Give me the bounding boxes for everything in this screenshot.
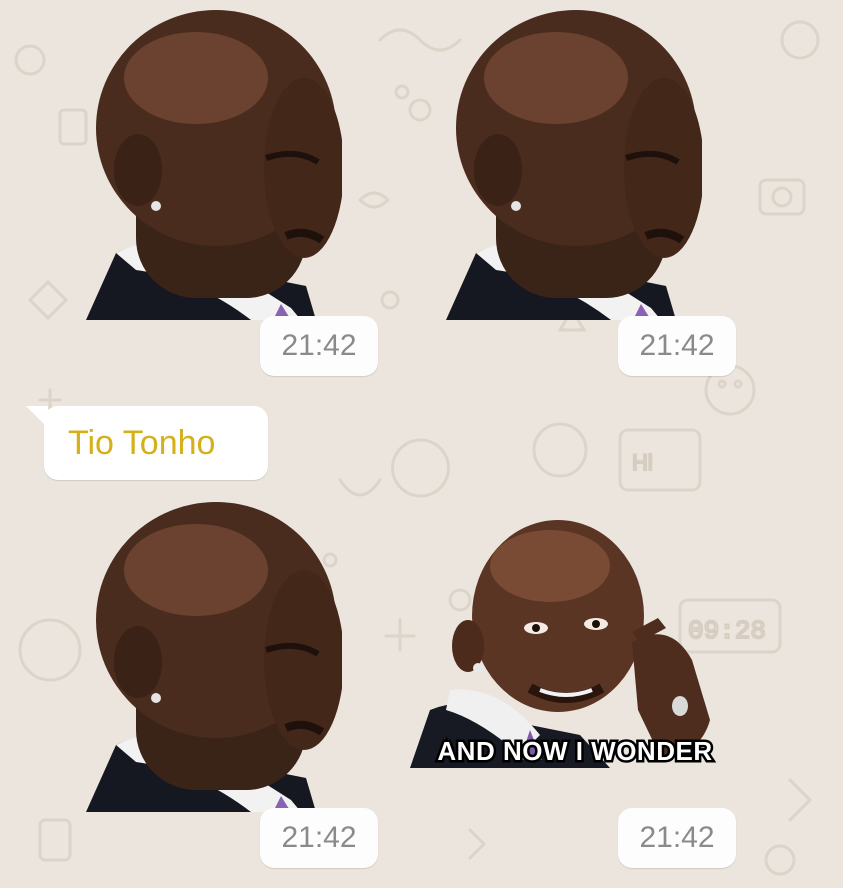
message-time: 21:42 [618,316,736,376]
sender-name[interactable]: Tio Tonho [68,406,215,480]
sticker-squinting-man-1[interactable] [76,8,342,320]
message-time: 21:42 [260,316,378,376]
message-time: 21:42 [260,808,378,868]
svg-text:Hi: Hi [632,450,653,475]
sticker-caption: AND NOW I WONDER [437,736,712,766]
sender-name-bubble: Tio Tonho [26,406,268,480]
bubble-tail [26,406,48,428]
message-time: 21:42 [618,808,736,868]
sticker-squinting-man-3[interactable] [76,500,342,812]
sticker-squinting-man-2[interactable] [436,8,702,320]
sticker-and-now-i-wonder[interactable]: AND NOW I WONDER [410,520,740,768]
